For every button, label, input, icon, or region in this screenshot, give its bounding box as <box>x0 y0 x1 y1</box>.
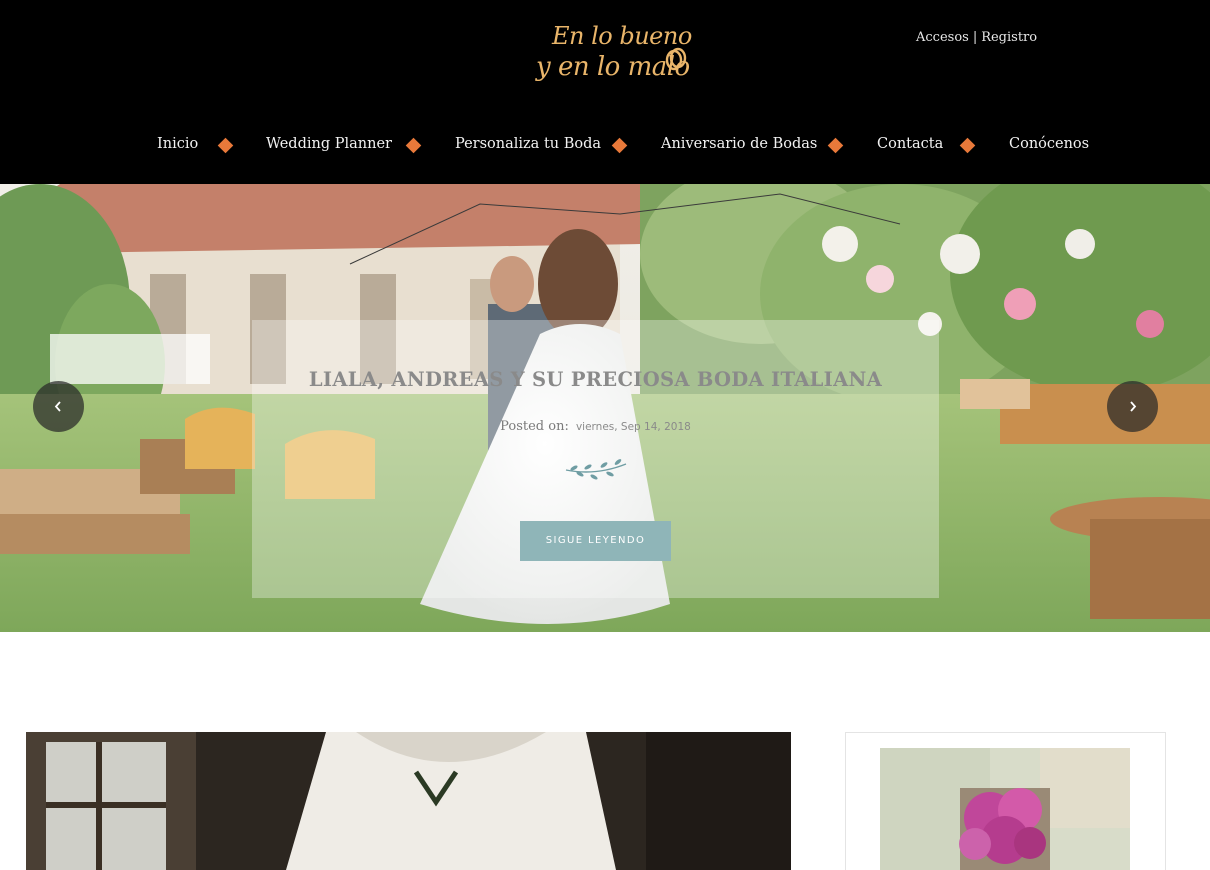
nav-item-wedding-planner[interactable]: Wedding Planner <box>266 136 392 152</box>
sidebar-widget-image[interactable] <box>880 748 1130 870</box>
account-links: Accesos | Registro <box>916 30 1037 45</box>
nav-item-contacta[interactable]: Contacta <box>877 136 943 152</box>
site-logo[interactable]: En lo bueno y en lo malo <box>530 18 700 108</box>
post-date-line: Posted on: viernes, Sep 14, 2018 <box>252 415 939 434</box>
main-nav: Inicio Wedding Planner Personaliza tu Bo… <box>0 128 1210 164</box>
slider-next-button[interactable] <box>1107 381 1158 432</box>
wedding-rings-icon <box>665 47 687 71</box>
chevron-right-icon <box>1130 401 1137 412</box>
slide-title[interactable]: LIALA, ANDREAS Y SU PRECIOSA BODA ITALIA… <box>252 368 939 391</box>
diamond-separator-icon <box>611 137 628 154</box>
login-link[interactable]: Accesos <box>916 30 969 45</box>
flowers-love-sign-photo <box>880 748 1130 870</box>
sidebar-widget <box>845 732 1166 870</box>
link-separator: | <box>972 30 978 45</box>
site-header: En lo bueno y en lo malo Accesos | Registr… <box>0 0 1210 184</box>
nav-item-inicio[interactable]: Inicio <box>157 136 198 152</box>
register-link[interactable]: Registro <box>981 30 1037 45</box>
nav-item-personaliza-tu-boda[interactable]: Personaliza tu Boda <box>455 136 601 152</box>
slider-prev-button[interactable] <box>33 381 84 432</box>
read-more-button[interactable]: SIGUE LEYENDO <box>520 521 671 561</box>
hero-slider: LIALA, ANDREAS Y SU PRECIOSA BODA ITALIA… <box>0 184 1210 632</box>
posted-date: viernes, Sep 14, 2018 <box>575 421 691 433</box>
nav-item-aniversario-de-bodas[interactable]: Aniversario de Bodas <box>661 136 817 152</box>
leaf-sprig-icon <box>565 459 627 480</box>
bride-lace-dress-photo <box>26 732 791 870</box>
posted-label: Posted on: <box>500 419 569 434</box>
chevron-left-icon <box>54 401 61 412</box>
featured-post-image[interactable] <box>26 732 791 870</box>
diamond-separator-icon <box>827 137 844 154</box>
diamond-separator-icon <box>405 137 422 154</box>
diamond-separator-icon <box>959 137 976 154</box>
nav-item-conocenos[interactable]: Conócenos <box>1009 136 1089 152</box>
diamond-separator-icon <box>217 137 234 154</box>
slide-caption: LIALA, ANDREAS Y SU PRECIOSA BODA ITALIA… <box>252 320 939 598</box>
